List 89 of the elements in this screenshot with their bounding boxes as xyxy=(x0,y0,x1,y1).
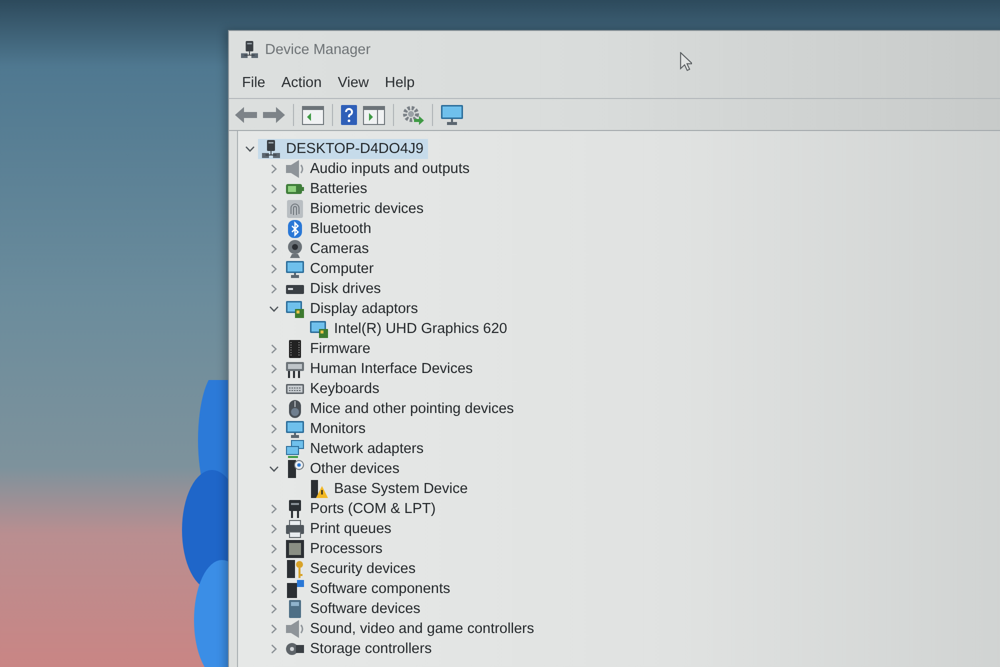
arrow-right-icon xyxy=(263,104,285,124)
chevron-right-icon[interactable] xyxy=(271,344,277,354)
chevron-right-icon[interactable] xyxy=(271,224,277,234)
network-monitors-icon xyxy=(286,440,304,458)
chevron-right-icon[interactable] xyxy=(271,204,277,214)
chevron-right-icon[interactable] xyxy=(271,384,277,394)
tree-item[interactable]: Audio inputs and outputs xyxy=(282,159,474,179)
chevron-right-icon[interactable] xyxy=(271,624,277,634)
chevron-right-icon[interactable] xyxy=(271,584,277,594)
software-device-icon xyxy=(286,600,304,618)
tree-item[interactable]: Processors xyxy=(282,539,387,559)
monitor-icon xyxy=(286,260,304,278)
tree-item[interactable]: Firmware xyxy=(282,339,374,359)
menu-item[interactable]: File xyxy=(234,72,274,94)
menu-item[interactable]: View xyxy=(330,72,377,94)
help-button[interactable] xyxy=(338,102,360,126)
tree-item[interactable]: Display adaptors xyxy=(282,299,422,319)
chevron-right-icon[interactable] xyxy=(271,644,277,654)
chevron-right-icon[interactable] xyxy=(271,404,277,414)
tree-item[interactable]: Ports (COM & LPT) xyxy=(282,499,440,519)
speaker-icon xyxy=(286,620,304,638)
tree-item[interactable]: Mice and other pointing devices xyxy=(282,399,518,419)
processor-icon xyxy=(286,540,304,558)
printer-icon xyxy=(286,520,304,538)
bluetooth-icon xyxy=(286,220,304,238)
window-pane-icon xyxy=(363,104,385,124)
display-card-icon xyxy=(286,300,304,318)
input-device-icon xyxy=(286,360,304,378)
chevron-right-icon[interactable] xyxy=(271,564,277,574)
chevron-right-icon[interactable] xyxy=(271,424,277,434)
warning-device-icon xyxy=(310,480,328,498)
tree-item[interactable]: Monitors xyxy=(282,419,370,439)
chevron-right-icon[interactable] xyxy=(271,444,277,454)
chevron-right-icon[interactable] xyxy=(271,164,277,174)
scan-hardware-button[interactable] xyxy=(438,102,466,126)
tree-item[interactable]: Disk drives xyxy=(282,279,385,299)
computer-icon xyxy=(262,140,280,158)
computer-icon xyxy=(241,41,258,58)
chevron-down-icon[interactable] xyxy=(245,146,255,152)
chevron-right-icon[interactable] xyxy=(271,244,277,254)
window-pane-icon xyxy=(302,104,324,124)
tree-item[interactable]: Security devices xyxy=(282,559,420,579)
chevron-down-icon[interactable] xyxy=(269,306,279,312)
mouse-pointer-icon xyxy=(680,52,692,71)
chevron-down-icon[interactable] xyxy=(269,466,279,472)
chevron-right-icon[interactable] xyxy=(271,284,277,294)
chip-icon xyxy=(286,340,304,358)
tree-item[interactable]: Keyboards xyxy=(282,379,384,399)
gear-arrow-icon xyxy=(402,104,424,124)
tree-item[interactable]: Network adapters xyxy=(282,439,428,459)
tree-item[interactable]: Computer xyxy=(282,259,378,279)
chevron-right-icon[interactable] xyxy=(271,524,277,534)
chevron-right-icon[interactable] xyxy=(271,504,277,514)
connector-icon xyxy=(286,500,304,518)
tree-item[interactable]: Sound, video and game controllers xyxy=(282,619,538,639)
tree-item[interactable]: Bluetooth xyxy=(282,219,376,239)
tree-item[interactable]: Other devices xyxy=(282,459,404,479)
arrow-left-icon xyxy=(235,104,257,124)
tree-item[interactable]: Human Interface Devices xyxy=(282,359,477,379)
chevron-right-icon[interactable] xyxy=(271,184,277,194)
tree-item[interactable]: Intel(R) UHD Graphics 620 xyxy=(306,319,512,339)
tree-item[interactable]: Storage controllers xyxy=(282,639,436,659)
chevron-right-icon[interactable] xyxy=(271,264,277,274)
tree-item[interactable]: Base System Device xyxy=(306,479,472,499)
device-icon xyxy=(286,460,304,478)
window-title: Device Manager xyxy=(265,42,371,58)
fingerprint-icon xyxy=(286,200,304,218)
mouse-icon xyxy=(286,400,304,418)
tree-item[interactable]: Software components xyxy=(282,579,454,599)
chevron-right-icon[interactable] xyxy=(271,604,277,614)
help-icon xyxy=(341,104,357,124)
chevron-right-icon[interactable] xyxy=(271,544,277,554)
tree-item[interactable]: Batteries xyxy=(282,179,372,199)
tree-item[interactable]: DESKTOP-D4DO4J9 xyxy=(258,139,428,159)
display-card-icon xyxy=(310,320,328,338)
menu-item[interactable]: Action xyxy=(273,72,330,94)
speaker-icon xyxy=(286,160,304,178)
tree-item[interactable]: Cameras xyxy=(282,239,373,259)
tree-item[interactable]: Biometric devices xyxy=(282,199,428,219)
menu-item[interactable]: Help xyxy=(376,72,423,94)
tree-item[interactable]: Print queues xyxy=(282,519,396,539)
key-icon xyxy=(286,560,304,578)
monitor-icon xyxy=(441,104,463,124)
tree-item[interactable]: Software devices xyxy=(282,599,424,619)
software-component-icon xyxy=(286,580,304,598)
webcam-icon xyxy=(286,240,304,258)
storage-controller-icon xyxy=(286,640,304,658)
chevron-right-icon[interactable] xyxy=(271,364,277,374)
monitor-icon xyxy=(286,420,304,438)
